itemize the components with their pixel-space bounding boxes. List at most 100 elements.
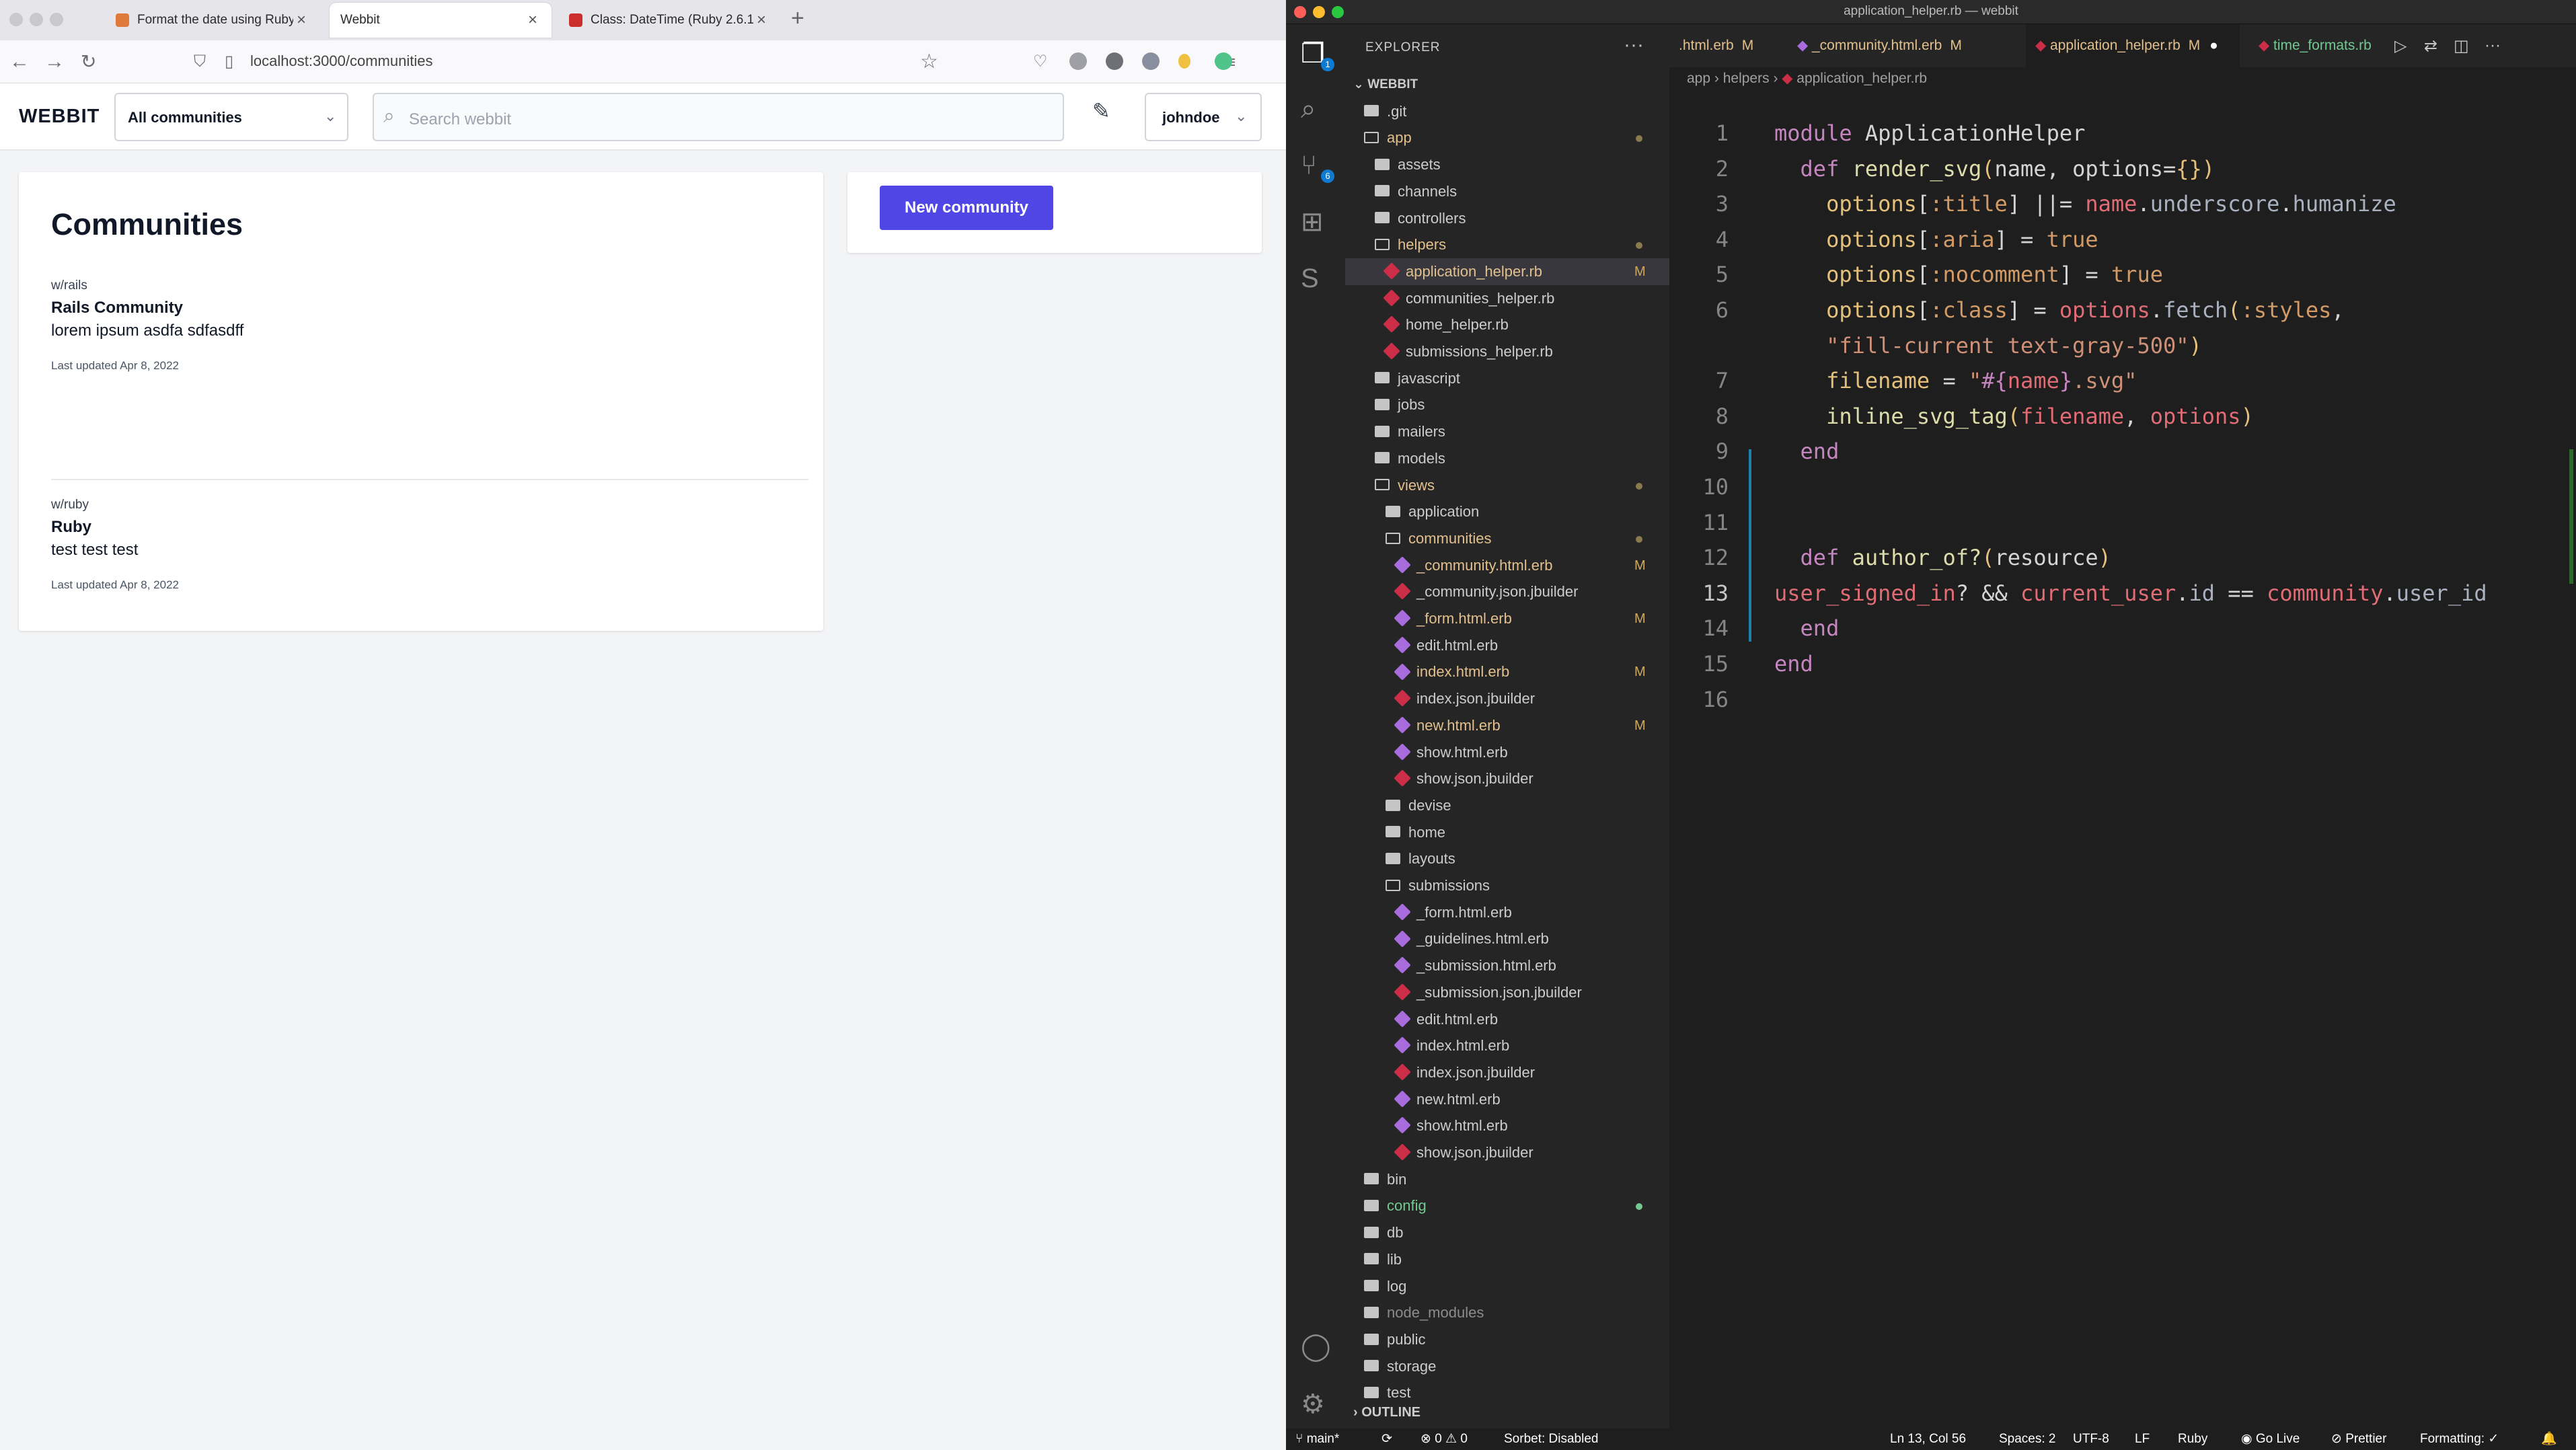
tree-file[interactable]: new.html.erb [1345, 1086, 1669, 1113]
code-line[interactable]: 5 options[:nocomment] = true [1669, 257, 2576, 292]
community-item[interactable]: w/ruby Ruby test test test Last updated … [51, 498, 808, 592]
tree-folder[interactable]: node_modules [1345, 1299, 1669, 1326]
community-name[interactable]: Rails Community [51, 299, 808, 317]
tree-folder[interactable]: application [1345, 498, 1669, 525]
window-minimize-dot[interactable] [30, 13, 43, 26]
code-line[interactable]: 4 options[:aria] = true [1669, 222, 2576, 257]
community-item[interactable]: w/rails Rails Community lorem ipsum asdf… [51, 278, 808, 373]
community-slug[interactable]: w/rails [51, 278, 808, 293]
browser-tab[interactable]: Class: DateTime (Ruby 2.6.1) × [558, 3, 780, 38]
new-submission-pencil-icon[interactable]: ✎ [1092, 98, 1110, 124]
reload-icon[interactable]: ↻ [81, 50, 96, 74]
new-tab-icon[interactable]: + [791, 5, 804, 32]
code-line[interactable]: 7 filename = "#{name}.svg" [1669, 363, 2576, 398]
tree-folder[interactable]: channels [1345, 178, 1669, 205]
tree-folder[interactable]: public [1345, 1326, 1669, 1353]
tree-file[interactable]: _submission.html.erb [1345, 952, 1669, 979]
sorbet-status[interactable]: Sorbet: Disabled [1504, 1428, 1598, 1450]
browser-tab[interactable]: Format the date using Ruby on R × [105, 3, 320, 38]
tree-file[interactable]: _community.json.jbuilder [1345, 578, 1669, 605]
community-name[interactable]: Ruby [51, 518, 808, 537]
tree-folder[interactable]: storage [1345, 1353, 1669, 1380]
tree-folder[interactable]: views [1345, 472, 1669, 499]
pocket-icon[interactable]: ♡ [1033, 50, 1048, 74]
account-icon[interactable]: ◯ [1301, 1332, 1331, 1361]
tree-folder[interactable]: javascript [1345, 365, 1669, 392]
tree-folder[interactable]: config [1345, 1192, 1669, 1219]
tree-file[interactable]: _submission.json.jbuilder [1345, 979, 1669, 1006]
tree-folder[interactable]: lib [1345, 1246, 1669, 1273]
code-line[interactable]: 10 [1669, 469, 2576, 504]
tree-folder[interactable]: log [1345, 1273, 1669, 1300]
extension-account-icon[interactable] [1106, 52, 1123, 70]
outline-section[interactable]: › OUTLINE [1345, 1399, 1669, 1426]
formatting-status[interactable]: Formatting: ✓ [2420, 1428, 2499, 1450]
split-editor-icon[interactable]: ◫ [2454, 36, 2469, 56]
extension-globe-icon[interactable] [1142, 52, 1160, 70]
go-live-button[interactable]: ◉ Go Live [2241, 1428, 2300, 1450]
tree-file[interactable]: _community.html.erb M [1345, 552, 1669, 579]
tab-close-icon[interactable]: × [293, 11, 309, 30]
tab-close-icon[interactable]: × [753, 11, 769, 30]
forward-icon[interactable]: → [44, 50, 65, 74]
indentation[interactable]: Spaces: 2 [1999, 1428, 2056, 1450]
sorbet-s-icon[interactable]: S [1301, 264, 1319, 293]
url-field[interactable]: localhost:3000/communities [250, 52, 432, 70]
tree-file[interactable]: show.html.erb [1345, 739, 1669, 766]
tree-file[interactable]: index.json.jbuilder [1345, 685, 1669, 712]
community-select[interactable]: All communities ⌄ [114, 93, 348, 141]
language-mode[interactable]: Ruby [2178, 1428, 2207, 1450]
tree-folder[interactable]: models [1345, 445, 1669, 472]
breadcrumb-item[interactable]: app [1687, 71, 1710, 86]
code-line[interactable]: 15 end [1669, 646, 2576, 681]
tree-folder[interactable]: layouts [1345, 845, 1669, 872]
tree-folder[interactable]: helpers [1345, 231, 1669, 258]
search-icon[interactable]: ⌕ [1301, 94, 1316, 124]
editor-tab[interactable]: .html.erb M [1669, 24, 1777, 67]
extension-wrench-icon[interactable] [1069, 52, 1087, 70]
shield-icon[interactable]: ⛉ [194, 50, 206, 74]
tree-file[interactable]: application_helper.rb M [1345, 258, 1669, 285]
extension-flame-icon[interactable] [1178, 54, 1190, 69]
tree-file[interactable]: communities_helper.rb [1345, 285, 1669, 312]
back-icon[interactable]: ← [9, 50, 30, 74]
line-endings[interactable]: LF [2135, 1428, 2150, 1450]
cursor-position[interactable]: Ln 13, Col 56 [1890, 1428, 1966, 1450]
editor-tab[interactable]: ◆ time_formats.rb [2249, 24, 2390, 67]
source-control-icon[interactable]: ⑂ [1301, 151, 1317, 180]
code-line[interactable]: "fill-current text-gray-500") [1669, 328, 2576, 363]
code-line[interactable]: 14 end [1669, 611, 2576, 646]
tree-file[interactable]: show.html.erb [1345, 1112, 1669, 1139]
tree-folder[interactable]: db [1345, 1219, 1669, 1246]
bookmark-star-icon[interactable]: ☆ [920, 50, 938, 74]
prettier-button[interactable]: ⊘ Prettier [2331, 1428, 2386, 1450]
app-logo[interactable]: WEBBIT [19, 106, 100, 128]
tree-file[interactable]: new.html.erb M [1345, 712, 1669, 739]
code-line[interactable]: 6 options[:class] = options.fetch(:style… [1669, 293, 2576, 328]
settings-gear-icon[interactable]: ⚙ [1301, 1389, 1325, 1419]
user-menu-button[interactable]: johndoe ⌄ [1145, 93, 1262, 141]
tree-folder[interactable]: submissions [1345, 872, 1669, 899]
breadcrumb-item[interactable]: application_helper.rb [1796, 71, 1927, 86]
tree-folder[interactable]: ⌄ WEBBIT [1345, 71, 1669, 98]
tree-file[interactable]: _form.html.erb [1345, 899, 1669, 926]
sync-icon[interactable]: ⟳ [1381, 1428, 1392, 1450]
open-changes-icon[interactable]: ⇄ [2424, 36, 2437, 56]
code-line[interactable]: 3 options[:title] ||= name.underscore.hu… [1669, 186, 2576, 221]
tree-file[interactable]: home_helper.rb [1345, 311, 1669, 338]
tree-folder[interactable]: bin [1345, 1166, 1669, 1193]
code-line[interactable]: 13 user_signed_in? && current_user.id == … [1669, 576, 2576, 611]
tree-folder[interactable]: home [1345, 819, 1669, 846]
unsaved-dot-icon[interactable]: ● [2205, 38, 2218, 53]
tree-file[interactable]: edit.html.erb [1345, 632, 1669, 659]
code-line[interactable]: 1 module ApplicationHelper [1669, 116, 2576, 151]
tree-folder[interactable]: mailers [1345, 418, 1669, 445]
problems-count[interactable]: ⊗ 0 ⚠ 0 [1420, 1428, 1468, 1450]
tree-folder[interactable]: devise [1345, 792, 1669, 819]
code-line[interactable]: 8 inline_svg_tag(filename, options) [1669, 399, 2576, 434]
run-icon[interactable]: ▷ [2394, 36, 2407, 56]
git-branch[interactable]: ⑂ main* [1295, 1428, 1339, 1450]
code-line[interactable]: 12 def author_of?(resource) [1669, 540, 2576, 575]
encoding[interactable]: UTF-8 [2073, 1428, 2109, 1450]
tree-file[interactable]: _form.html.erb M [1345, 605, 1669, 632]
